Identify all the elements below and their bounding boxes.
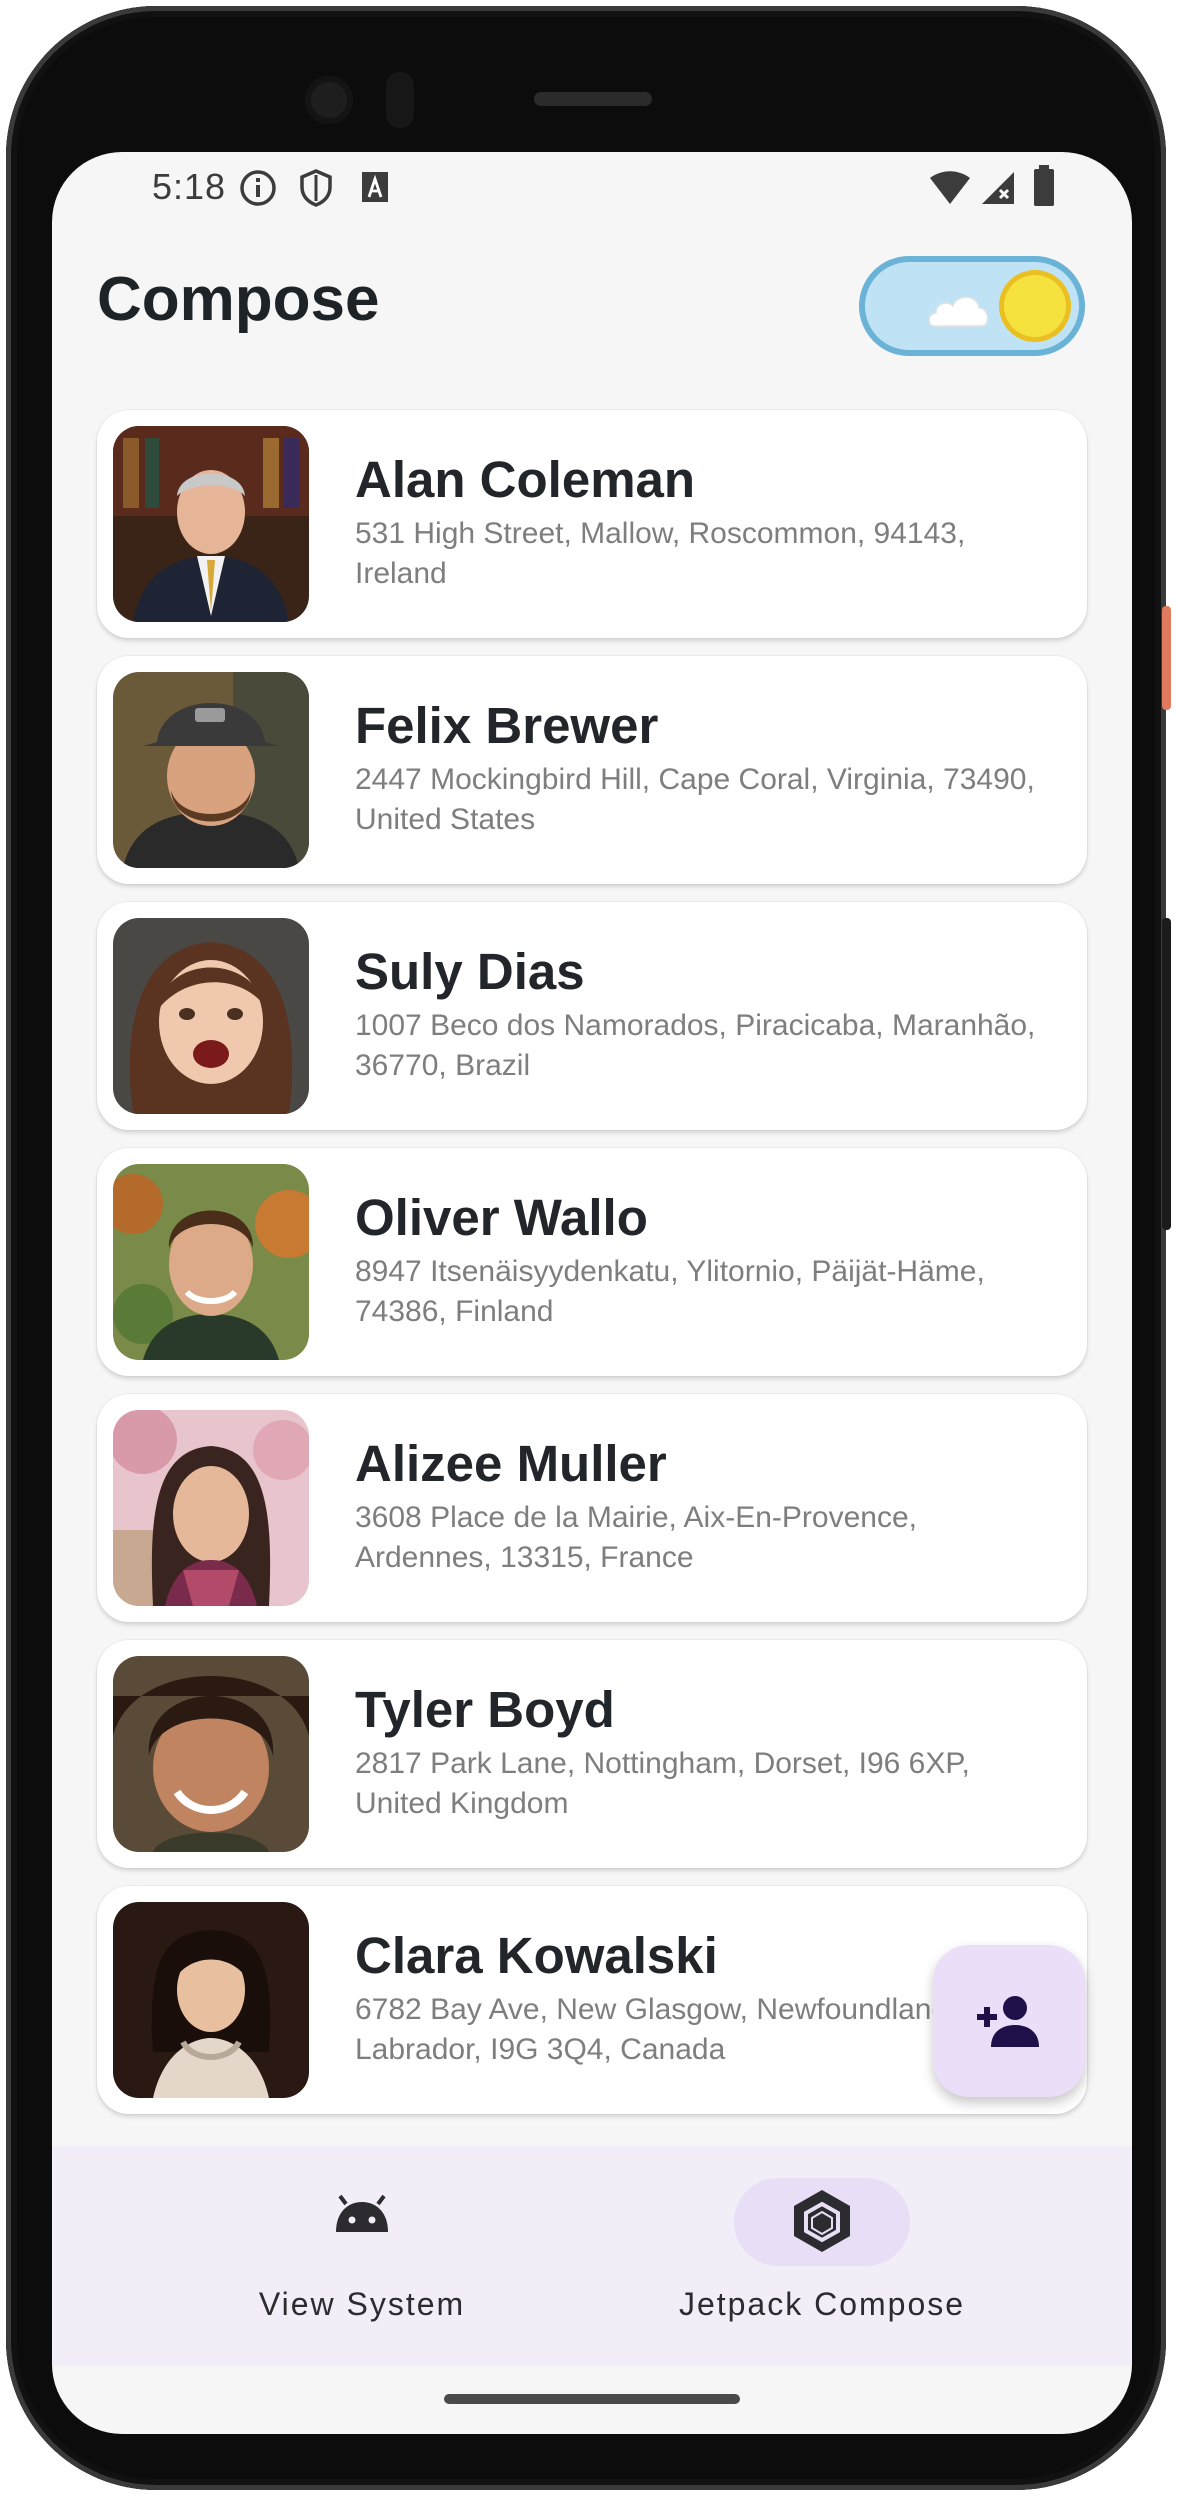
nav-label-view-system: View System: [258, 2286, 466, 2322]
status-time: 5:18: [152, 166, 227, 207]
contact-name: Oliver Wallo: [355, 1189, 648, 1246]
avatar: [113, 1656, 309, 1852]
theme-toggle[interactable]: [859, 256, 1085, 356]
proximity-sensor: [386, 72, 414, 128]
avatar: [113, 1164, 309, 1360]
avatar: [113, 426, 309, 622]
wifi-icon: [930, 171, 970, 204]
sun-icon: [999, 270, 1071, 342]
gesture-bar[interactable]: [444, 2394, 740, 2404]
android-icon: [336, 2194, 388, 2232]
contact-card[interactable]: Oliver Wallo 8947 Itsenäisyydenkatu, Yli…: [97, 1148, 1087, 1376]
nav-item-view-system[interactable]: View System: [132, 2146, 592, 2366]
contact-name: Felix Brewer: [355, 697, 659, 754]
contact-address: 3608 Place de la Mairie, Aix-En-Provence…: [355, 1501, 917, 1574]
nav-item-jetpack-compose[interactable]: Jetpack Compose: [592, 2146, 1052, 2366]
nav-label-jetpack-compose: Jetpack Compose: [678, 2286, 966, 2322]
info-icon: [240, 170, 276, 206]
battery-icon: [1034, 165, 1054, 206]
contact-address: 2817 Park Lane, Nottingham, Dorset, I96 …: [355, 1747, 970, 1820]
shield-icon: [300, 169, 332, 207]
keyboard-a-icon: [362, 172, 388, 202]
avatar: [113, 918, 309, 1114]
power-button: [1162, 606, 1171, 710]
contact-card[interactable]: Alizee Muller 3608 Place de la Mairie, A…: [97, 1394, 1087, 1622]
contact-name: Suly Dias: [355, 943, 585, 1000]
compose-hexagon-icon: [794, 2190, 850, 2252]
contact-address: 1007 Beco dos Namorados, Piracicaba, Mar…: [355, 1009, 1036, 1082]
contact-card[interactable]: Suly Dias 1007 Beco dos Namorados, Pirac…: [97, 902, 1087, 1130]
contact-name: Clara Kowalski: [355, 1927, 718, 1984]
front-camera: [305, 76, 353, 124]
contact-address: 2447 Mockingbird Hill, Cape Coral, Virgi…: [355, 763, 1035, 836]
bottom-navigation: View System Jetpack Compose: [52, 2146, 1132, 2366]
contact-name: Tyler Boyd: [355, 1681, 615, 1738]
contact-address: 8947 Itsenäisyydenkatu, Ylitornio, Päijä…: [355, 1255, 985, 1328]
contact-card[interactable]: Felix Brewer 2447 Mockingbird Hill, Cape…: [97, 656, 1087, 884]
volume-button: [1162, 918, 1171, 1230]
contact-card[interactable]: Tyler Boyd 2817 Park Lane, Nottingham, D…: [97, 1640, 1087, 1868]
status-bar: 5:18: [52, 152, 1132, 222]
avatar: [113, 672, 309, 868]
contact-name: Alizee Muller: [355, 1435, 667, 1492]
contact-card[interactable]: Alan Coleman 531 High Street, Mallow, Ro…: [97, 410, 1087, 638]
phone-frame: 5:18 Compose Alan Coleman 531 High Stree…: [6, 6, 1171, 2490]
signal-icon: [982, 172, 1014, 204]
avatar: [113, 1902, 309, 2098]
contact-name: Alan Coleman: [355, 451, 696, 508]
add-contact-fab[interactable]: [933, 1945, 1085, 2097]
page-title: Compose: [97, 265, 380, 334]
add-person-icon: [977, 1996, 1039, 2047]
avatar: [113, 1410, 309, 1606]
earpiece-speaker: [534, 92, 652, 106]
app-screen: 5:18 Compose Alan Coleman 531 High Stree…: [52, 152, 1132, 2434]
cloud-icon: [928, 296, 989, 327]
contact-address: 531 High Street, Mallow, Roscommon, 9414…: [355, 517, 966, 590]
